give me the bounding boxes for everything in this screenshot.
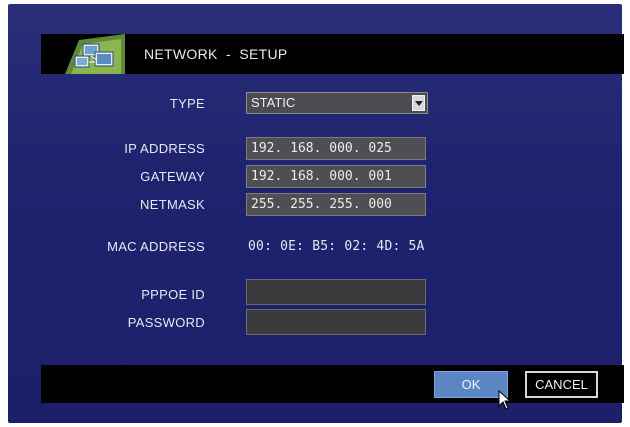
- pppoe-id-field[interactable]: [246, 279, 426, 305]
- ip-address-label: IP ADDRESS: [124, 141, 205, 156]
- mac-address-label: MAC ADDRESS: [107, 239, 205, 254]
- password-field[interactable]: [246, 309, 426, 335]
- page-title: NETWORK - SETUP: [144, 46, 288, 62]
- gateway-label: GATEWAY: [140, 169, 205, 184]
- ok-button[interactable]: OK: [434, 371, 508, 398]
- network-icon: [65, 34, 125, 74]
- mouse-cursor-icon: [498, 390, 512, 410]
- ip-address-field[interactable]: 192. 168. 000. 025: [246, 137, 426, 160]
- pppoe-id-label: PPPOE ID: [141, 287, 205, 302]
- network-setup-screen: NETWORK - SETUP TYPE STATIC IP ADDRESS 1…: [8, 4, 624, 423]
- title-bar: NETWORK - SETUP: [41, 34, 624, 74]
- type-select-value: STATIC: [251, 95, 296, 110]
- password-label: PASSWORD: [127, 315, 205, 330]
- type-label: TYPE: [169, 96, 205, 111]
- netmask-label: NETMASK: [140, 197, 205, 212]
- mac-address-value: 00: 0E: B5: 02: 4D: 5A: [248, 239, 425, 254]
- netmask-field[interactable]: 255. 255. 255. 000: [246, 193, 426, 216]
- type-select[interactable]: STATIC: [246, 92, 428, 114]
- button-bar: OK CANCEL: [41, 365, 624, 403]
- cancel-button[interactable]: CANCEL: [525, 371, 598, 398]
- gateway-field[interactable]: 192. 168. 000. 001: [246, 165, 426, 188]
- chevron-down-icon[interactable]: [412, 95, 425, 111]
